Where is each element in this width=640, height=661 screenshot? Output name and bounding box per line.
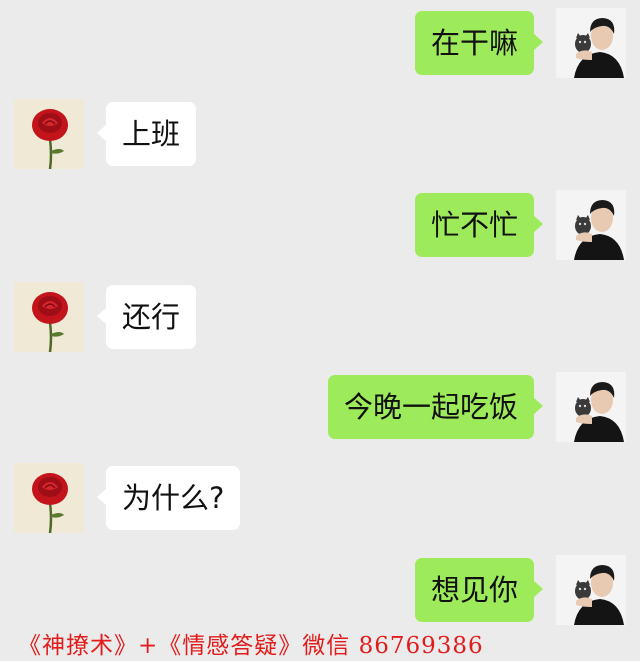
red-rose-avatar[interactable]: [14, 463, 84, 533]
outgoing-message-bubble[interactable]: 在干嘛: [414, 11, 544, 75]
man-with-cat-avatar-icon: [556, 372, 626, 442]
man-with-cat-avatar[interactable]: [556, 190, 626, 260]
watermark-text: 《神撩术》+《情感答疑》微信 86769386: [18, 633, 484, 659]
message-row-outgoing: 在干嘛: [0, 8, 640, 86]
man-with-cat-avatar[interactable]: [556, 372, 626, 442]
message-row-incoming: 为什么?: [0, 463, 640, 541]
red-rose-avatar[interactable]: [14, 99, 84, 169]
outgoing-message-bubble[interactable]: 想见你: [414, 558, 544, 622]
chat-window: 在干嘛 上班 忙不忙 还行 今晚一起吃饭 为什么? 想见你 《神撩术》+《情感答…: [0, 0, 640, 661]
red-rose-avatar[interactable]: [14, 282, 84, 352]
message-row-outgoing: 想见你: [0, 555, 640, 633]
man-with-cat-avatar[interactable]: [556, 8, 626, 78]
message-row-incoming: 还行: [0, 282, 640, 360]
red-rose-avatar-icon: [14, 463, 84, 533]
message-row-outgoing: 忙不忙: [0, 190, 640, 268]
red-rose-avatar-icon: [14, 282, 84, 352]
message-row-outgoing: 今晚一起吃饭: [0, 372, 640, 450]
man-with-cat-avatar[interactable]: [556, 555, 626, 625]
message-row-incoming: 上班: [0, 99, 640, 177]
outgoing-message-bubble[interactable]: 忙不忙: [414, 193, 544, 257]
man-with-cat-avatar-icon: [556, 555, 626, 625]
red-rose-avatar-icon: [14, 99, 84, 169]
incoming-message-bubble[interactable]: 上班: [96, 102, 197, 166]
incoming-message-bubble[interactable]: 为什么?: [96, 466, 241, 530]
man-with-cat-avatar-icon: [556, 190, 626, 260]
outgoing-message-bubble[interactable]: 今晚一起吃饭: [327, 375, 544, 439]
incoming-message-bubble[interactable]: 还行: [96, 285, 197, 349]
man-with-cat-avatar-icon: [556, 8, 626, 78]
